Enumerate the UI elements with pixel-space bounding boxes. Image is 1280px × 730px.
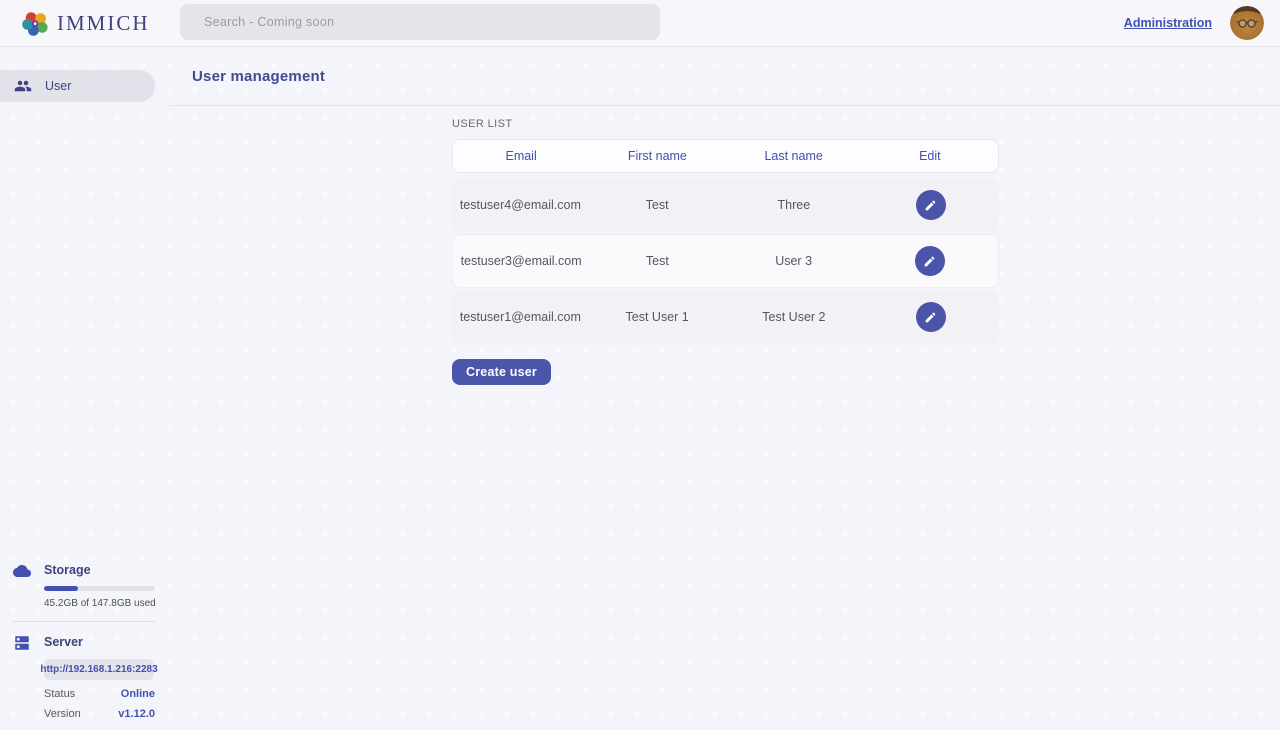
pencil-icon xyxy=(923,255,936,268)
server-title: Server xyxy=(44,634,156,651)
server-url-badge: http://192.168.1.216:2283 xyxy=(44,659,154,680)
cell-last-name: Test User 2 xyxy=(726,310,863,324)
version-row: Version v1.12.0 xyxy=(44,708,155,720)
sidebar-item-users[interactable]: User xyxy=(0,70,155,102)
column-header-edit: Edit xyxy=(862,149,998,163)
column-header-last-name: Last name xyxy=(726,149,862,163)
pencil-icon xyxy=(924,199,937,212)
cell-email: testuser3@email.com xyxy=(453,254,589,268)
status-row: Status Online xyxy=(44,688,155,700)
users-icon xyxy=(14,77,32,95)
edit-user-button[interactable] xyxy=(916,302,946,332)
user-table-header: Email First name Last name Edit xyxy=(452,139,999,173)
status-label: Status xyxy=(44,688,75,700)
storage-progress xyxy=(44,586,155,591)
user-avatar[interactable] xyxy=(1230,6,1264,40)
table-row: testuser1@email.com Test User 1 Test Use… xyxy=(452,290,999,344)
table-row: testuser4@email.com Test Three xyxy=(452,178,999,232)
sidebar-footer: Storage 45.2GB of 147.8GB used Server ht… xyxy=(0,562,156,720)
version-value: v1.12.0 xyxy=(118,708,155,720)
cell-first-name: Test User 1 xyxy=(589,310,726,324)
page-title: User management xyxy=(192,68,325,85)
server-section: Server http://192.168.1.216:2283 Status … xyxy=(0,634,156,720)
user-table-body: testuser4@email.com Test Three testuser3… xyxy=(452,178,999,344)
status-value: Online xyxy=(121,688,155,700)
cell-email: testuser4@email.com xyxy=(452,198,589,212)
sidebar-item-label: User xyxy=(45,79,71,93)
cell-last-name: Three xyxy=(726,198,863,212)
storage-section: Storage 45.2GB of 147.8GB used xyxy=(0,562,156,609)
immich-logo-text: IMMICH xyxy=(57,11,150,36)
create-user-button[interactable]: Create user xyxy=(452,359,551,385)
search-input[interactable] xyxy=(180,4,660,40)
edit-user-button[interactable] xyxy=(916,190,946,220)
cell-first-name: Test xyxy=(589,254,725,268)
app-header: IMMICH Administration xyxy=(0,0,1280,47)
avatar-photo-icon xyxy=(1230,6,1264,40)
cell-first-name: Test xyxy=(589,198,726,212)
storage-progress-fill xyxy=(44,586,78,591)
cell-last-name: User 3 xyxy=(726,254,862,268)
edit-user-button[interactable] xyxy=(915,246,945,276)
column-header-first-name: First name xyxy=(589,149,725,163)
immich-logo-icon xyxy=(22,10,49,37)
version-label: Version xyxy=(44,708,81,720)
server-icon xyxy=(13,634,31,652)
cell-email: testuser1@email.com xyxy=(452,310,589,324)
storage-title: Storage xyxy=(44,562,156,579)
pencil-icon xyxy=(924,311,937,324)
storage-usage-text: 45.2GB of 147.8GB used xyxy=(44,598,156,609)
main-content: User management USER LIST Email First na… xyxy=(170,47,1280,730)
page-header: User management xyxy=(170,47,1280,106)
immich-logo: IMMICH xyxy=(22,10,150,37)
cloud-icon xyxy=(13,562,31,580)
table-row: testuser3@email.com Test User 3 xyxy=(452,234,999,288)
footer-divider xyxy=(13,621,155,622)
administration-link[interactable]: Administration xyxy=(1124,16,1212,30)
sidebar: User Storage 45.2GB of 147.8GB used Serv… xyxy=(0,47,170,730)
user-list-label: USER LIST xyxy=(452,118,1280,130)
column-header-email: Email xyxy=(453,149,589,163)
